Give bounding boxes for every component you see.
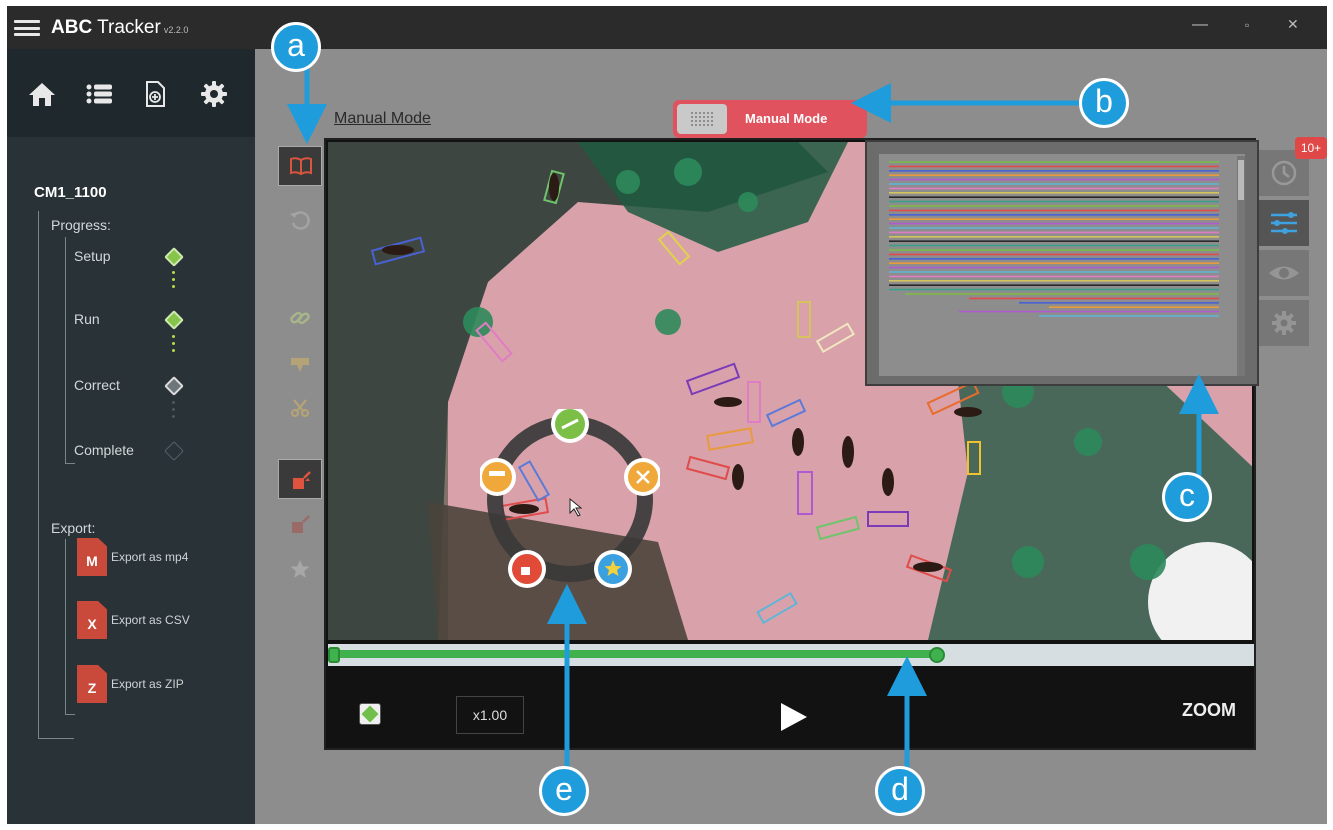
callout-a: a [271,22,321,72]
callout-e: e [539,766,589,816]
app-window: ABC Tracker v2.2.0 — ▫ ✕ CM1_1100 Progres… [7,6,1327,824]
callout-c: c [1162,472,1212,522]
annotation-arrows [287,68,1219,770]
callout-d: d [875,766,925,816]
callout-b: b [1079,78,1129,128]
